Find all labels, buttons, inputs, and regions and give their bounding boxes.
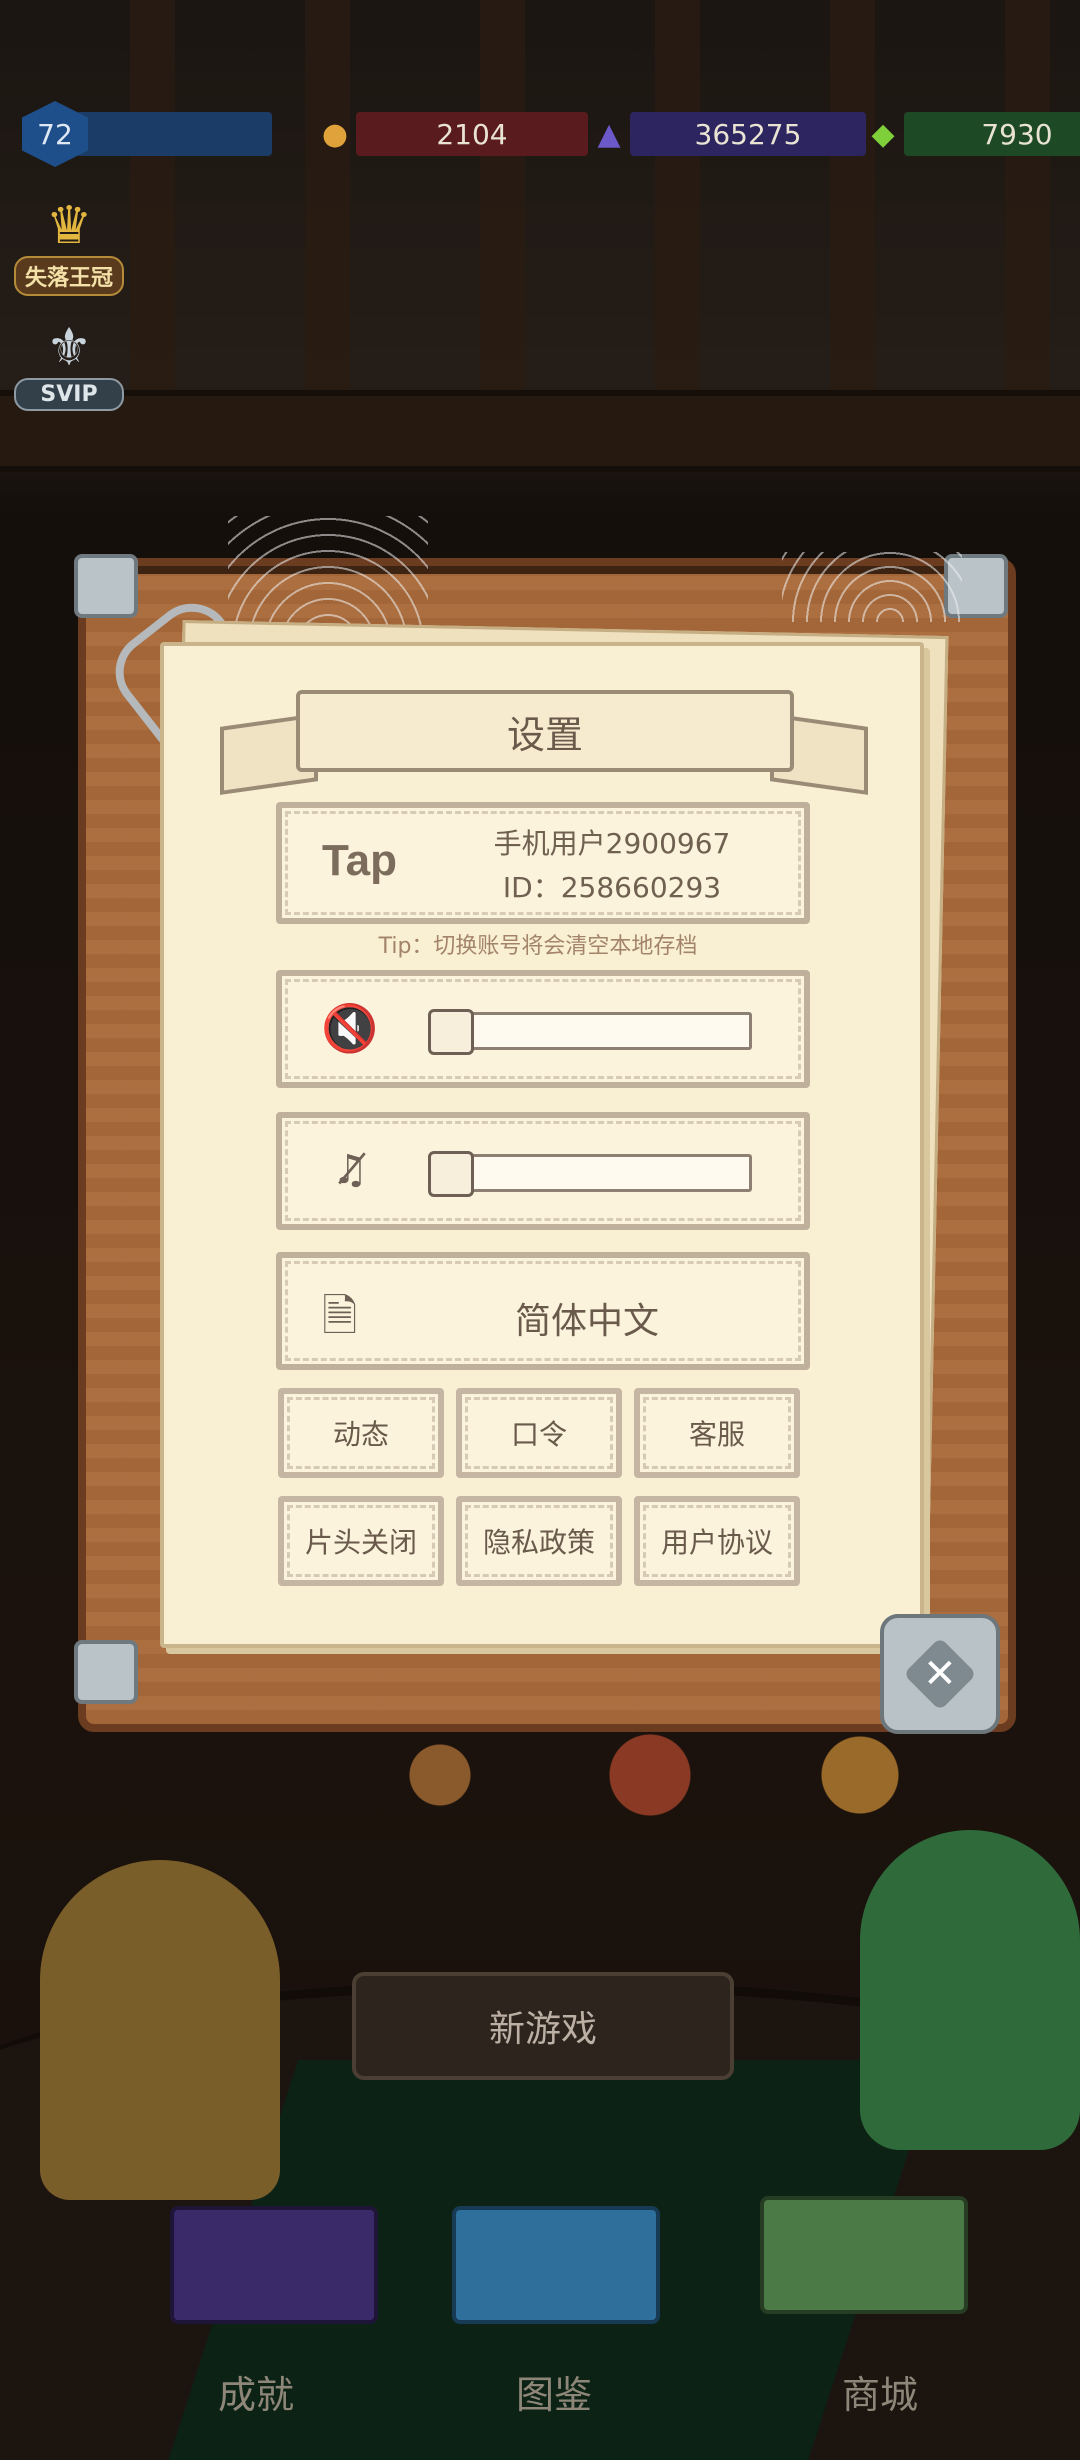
settings-title-text: 设置 xyxy=(506,712,583,757)
gem-counter: ▲ 365275 xyxy=(576,110,866,158)
lost-crown-badge[interactable]: ♛ 失落王冠 xyxy=(14,196,124,296)
music-muted-icon[interactable]: ♫̸ xyxy=(320,1140,380,1200)
crystal-value: 7930 xyxy=(981,117,1053,151)
crown-icon: ♛ xyxy=(45,196,93,256)
crystal-counter: ◆ 7930 xyxy=(850,110,1080,158)
coin-pile-icon: ● xyxy=(321,116,349,152)
news-button[interactable]: 动态 xyxy=(278,1388,444,1478)
board-corner-bl xyxy=(74,1640,138,1704)
privacy-policy-label: 隐私政策 xyxy=(482,1526,595,1559)
crown-label: 失落王冠 xyxy=(14,256,124,296)
privacy-policy-button[interactable]: 隐私政策 xyxy=(456,1496,622,1586)
coin-bar: 2104 xyxy=(356,112,588,156)
music-slider[interactable] xyxy=(428,1151,752,1197)
board-corner-tl xyxy=(74,554,138,618)
code-label: 口令 xyxy=(510,1418,567,1451)
fleur-icon: ⚜ xyxy=(45,318,93,378)
nav-achievements-label: 成就 xyxy=(218,2373,295,2417)
level-value: 72 xyxy=(37,117,73,151)
svip-badge[interactable]: ⚜ SVIP xyxy=(14,318,124,411)
shop-book-icon[interactable] xyxy=(760,2196,968,2314)
new-game-label: 新游戏 xyxy=(488,2009,597,2050)
hexagon-icon: 72 xyxy=(22,101,88,167)
crystal-icon: ◆ xyxy=(871,116,895,152)
coin-counter: ● 2104 xyxy=(302,110,588,158)
settings-title: 设置 xyxy=(296,690,794,772)
user-agreement-button[interactable]: 用户协议 xyxy=(634,1496,800,1586)
taptap-logo: Tap xyxy=(322,836,397,885)
sound-setting-row: 🔇 xyxy=(276,970,810,1088)
language-selector[interactable]: 🗎 简体中文 xyxy=(276,1252,810,1370)
food-spread xyxy=(300,1730,1000,1820)
support-button[interactable]: 客服 xyxy=(634,1388,800,1478)
close-button[interactable]: ✕ xyxy=(880,1614,1000,1734)
nav-shop[interactable]: 商城 xyxy=(842,2364,918,2419)
close-icon: ✕ xyxy=(903,1637,977,1711)
sound-slider[interactable] xyxy=(428,1009,752,1055)
goblin-character xyxy=(860,1830,1080,2150)
language-icon: 🗎 xyxy=(322,1291,358,1342)
codex-book-icon[interactable] xyxy=(452,2206,660,2324)
pyramid-gem-icon: ▲ xyxy=(597,116,621,152)
music-setting-row: ♫̸ xyxy=(276,1112,810,1230)
sound-slider-knob[interactable] xyxy=(428,1009,474,1055)
news-label: 动态 xyxy=(332,1418,389,1451)
nav-codex-label: 图鉴 xyxy=(516,2373,593,2417)
music-slider-knob[interactable] xyxy=(428,1151,474,1197)
new-game-button[interactable]: 新游戏 xyxy=(352,1972,734,2080)
nav-achievements[interactable]: 成就 xyxy=(218,2364,294,2419)
language-label: 简体中文 xyxy=(514,1301,659,1342)
account-name: 手机用户2900967 xyxy=(493,827,731,860)
intro-off-label: 片头关闭 xyxy=(304,1526,417,1559)
user-agreement-label: 用户协议 xyxy=(660,1526,773,1559)
gem-bar: 365275 xyxy=(630,112,866,156)
gem-value: 365275 xyxy=(694,117,802,151)
account-panel[interactable]: Tap 手机用户2900967 ID：258660293 xyxy=(276,802,810,924)
switch-account-tip: Tip：切换账号将会清空本地存档 xyxy=(378,934,698,959)
nav-codex[interactable]: 图鉴 xyxy=(516,2364,592,2419)
coin-value: 2104 xyxy=(436,117,508,151)
achievements-book-icon[interactable] xyxy=(170,2206,378,2324)
cobweb-right-icon xyxy=(782,552,962,622)
hooded-character xyxy=(40,1860,280,2200)
nav-shop-label: 商城 xyxy=(842,2373,919,2417)
svip-label: SVIP xyxy=(14,378,124,411)
crystal-bar: 7930 xyxy=(904,112,1080,156)
sound-muted-icon[interactable]: 🔇 xyxy=(320,998,380,1058)
code-button[interactable]: 口令 xyxy=(456,1388,622,1478)
level-bar xyxy=(76,112,272,156)
intro-off-button[interactable]: 片头关闭 xyxy=(278,1496,444,1586)
account-id: ID：258660293 xyxy=(502,871,722,904)
support-label: 客服 xyxy=(688,1418,745,1451)
level-counter: 72 xyxy=(22,101,272,167)
